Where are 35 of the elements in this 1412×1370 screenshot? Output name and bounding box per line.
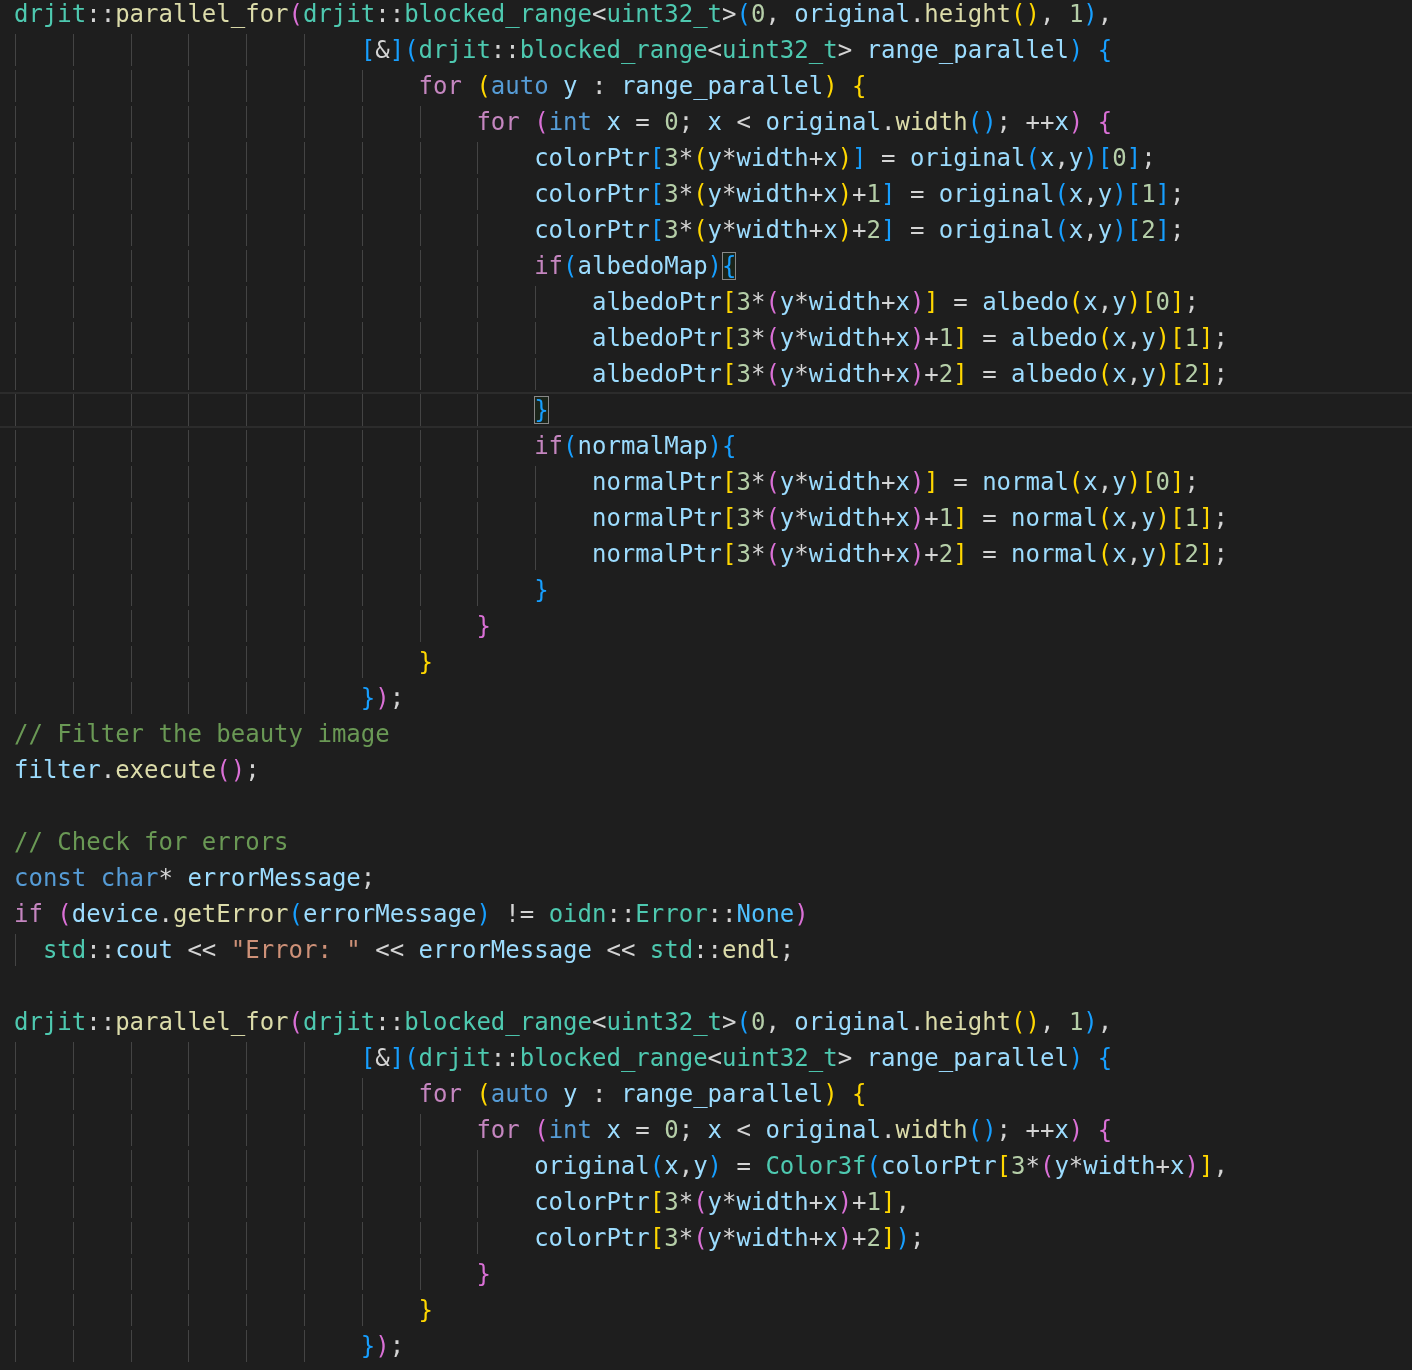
code-line: drjit::parallel_for(drjit::blocked_range<uint32_t>(0, original.height(), 1),	[14, 1007, 1113, 1038]
code-line: }	[418, 1295, 434, 1326]
code-line: for (int x = 0; x < original.width(); ++x) {	[476, 1115, 1113, 1146]
code-line: for (auto y : range_parallel) {	[418, 71, 867, 102]
code-line: albedoPtr[3*(y*width+x)+2] = albedo(x,y)[2];	[591, 359, 1228, 390]
code-line: });	[360, 1331, 405, 1362]
code-line: });	[360, 683, 405, 714]
code-line: normalPtr[3*(y*width+x)+2] = normal(x,y)[2];	[591, 539, 1228, 570]
code-line: if(normalMap){	[534, 431, 737, 462]
code-line: colorPtr[3*(y*width+x)+2] = original(x,y)[2];	[534, 215, 1185, 246]
code-line: for (auto y : range_parallel) {	[418, 1079, 867, 1110]
code-line: const char* errorMessage;	[14, 863, 376, 894]
code-line: if(albedoMap){	[534, 251, 737, 282]
code-line: normalPtr[3*(y*width+x)] = normal(x,y)[0];	[591, 467, 1199, 498]
code-line: normalPtr[3*(y*width+x)+1] = normal(x,y)[1];	[591, 503, 1228, 534]
code-line: [&](drjit::blocked_range<uint32_t> range_parallel) {	[360, 1043, 1113, 1074]
code-line: }	[418, 647, 434, 678]
code-line: albedoPtr[3*(y*width+x)+1] = albedo(x,y)[1];	[591, 323, 1228, 354]
code-line: }	[476, 1259, 491, 1290]
code-line: colorPtr[3*(y*width+x)] = original(x,y)[0];	[534, 143, 1156, 174]
code-line: original(x,y) = Color3f(colorPtr[3*(y*width+x)],	[534, 1151, 1228, 1182]
code-line: }	[476, 611, 491, 642]
code-line: if (device.getError(errorMessage) != oidn::Error::None)	[14, 899, 809, 930]
code-line: for (int x = 0; x < original.width(); ++x) {	[476, 107, 1113, 138]
code-comment: // Filter the beauty image	[14, 719, 390, 750]
code-line: colorPtr[3*(y*width+x)+2]);	[534, 1223, 925, 1254]
code-line: std::cout << "Error: " << errorMessage << std::endl;	[42, 935, 795, 966]
code-line: colorPtr[3*(y*width+x)+1] = original(x,y)[1];	[534, 179, 1185, 210]
code-line: colorPtr[3*(y*width+x)+1],	[534, 1187, 910, 1218]
code-line: [&](drjit::blocked_range<uint32_t> range_parallel) {	[360, 35, 1113, 66]
code-line: filter.execute();	[14, 755, 260, 786]
code-line: }	[534, 575, 549, 606]
code-comment: // Check for errors	[14, 827, 289, 858]
code-line: albedoPtr[3*(y*width+x)] = albedo(x,y)[0];	[591, 287, 1199, 318]
code-line: drjit::parallel_for(drjit::blocked_range<uint32_t>(0, original.height(), 1),	[14, 0, 1113, 30]
